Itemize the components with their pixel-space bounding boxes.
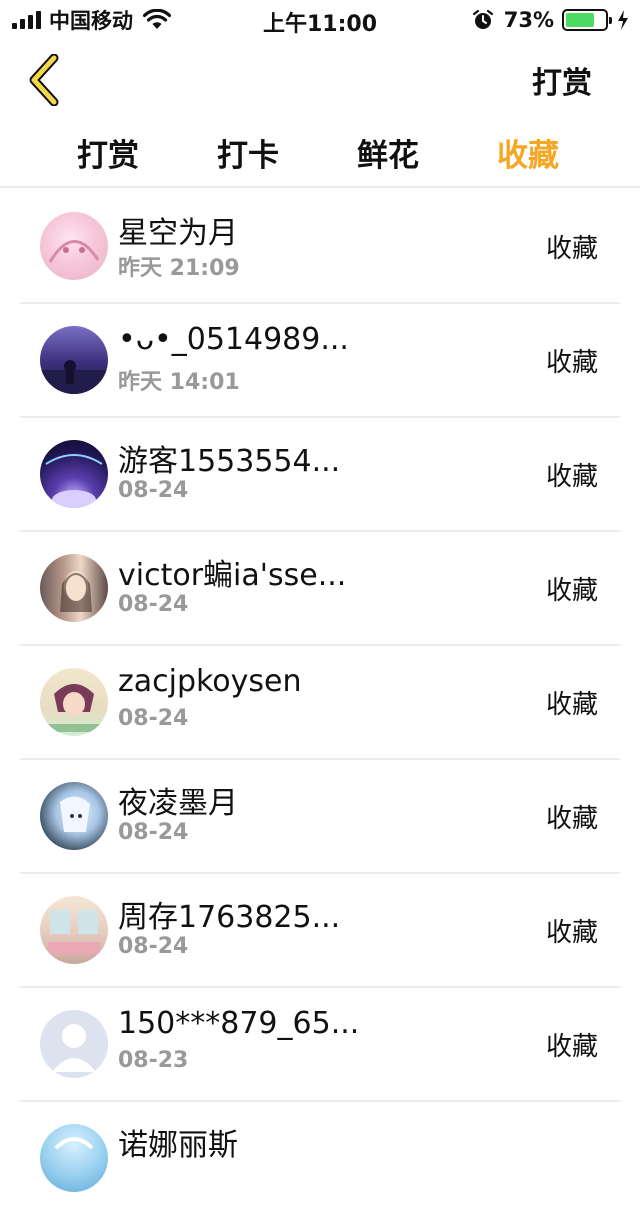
avatar — [40, 782, 108, 850]
list-item[interactable]: 周存1763825... 08-24 收藏 — [20, 874, 620, 988]
user-name: 夜凌墨月 — [118, 786, 238, 821]
timestamp: 08-24 — [118, 706, 189, 731]
battery-fill — [566, 13, 594, 27]
user-name: 150***879_65... — [118, 1006, 360, 1041]
avatar — [40, 212, 108, 280]
user-name: zacjpkoysen — [118, 664, 302, 699]
back-button[interactable] — [20, 48, 68, 112]
avatar — [40, 440, 108, 508]
avatar — [40, 1010, 108, 1078]
user-name: 游客1553554... — [118, 444, 341, 479]
timestamp: 08-23 — [118, 1048, 189, 1073]
favorite-label: 收藏 — [545, 690, 598, 720]
favorite-label: 收藏 — [545, 918, 598, 948]
avatar — [40, 668, 108, 736]
list-item[interactable]: 星空为月 昨天 21:09 收藏 — [20, 190, 620, 304]
favorite-label: 收藏 — [545, 462, 598, 492]
list-item[interactable]: 夜凌墨月 08-24 收藏 — [20, 760, 620, 874]
list-item[interactable]: 游客1553554... 08-24 收藏 — [20, 418, 620, 532]
timestamp: 昨天 14:01 — [118, 370, 240, 395]
charging-icon — [618, 10, 628, 30]
avatar — [40, 1124, 108, 1192]
chevron-left-icon — [29, 54, 59, 106]
user-name: victor蝙ia'sse... — [118, 558, 347, 593]
timestamp: 08-24 — [118, 934, 189, 959]
user-name: 星空为月 — [118, 216, 238, 251]
timestamp: 08-24 — [118, 478, 189, 503]
timestamp: 昨天 21:09 — [118, 256, 240, 281]
list-item[interactable]: victor蝙ia'sse... 08-24 收藏 — [20, 532, 620, 646]
user-name: 诺娜丽斯 — [118, 1128, 238, 1163]
timestamp: 08-24 — [118, 592, 189, 617]
alarm-icon — [472, 9, 493, 29]
tab-flowers[interactable]: 鲜花 — [318, 130, 458, 175]
tab-checkin[interactable]: 打卡 — [178, 130, 318, 175]
tab-reward[interactable]: 打赏 — [38, 130, 178, 175]
favorite-label: 收藏 — [545, 576, 598, 606]
status-bar: 中国移动 上午11:00 73% — [0, 0, 640, 40]
timestamp: 08-24 — [118, 820, 189, 845]
list-item[interactable]: zacjpkoysen 08-24 收藏 — [20, 646, 620, 760]
list-item[interactable]: 150***879_65... 08-23 收藏 — [20, 988, 620, 1102]
avatar — [40, 326, 108, 394]
favorite-label: 收藏 — [545, 348, 598, 378]
favorite-label: 收藏 — [545, 804, 598, 834]
list-item[interactable]: •ᴗ•_0514989... 昨天 14:01 收藏 — [20, 304, 620, 418]
user-name: •ᴗ•_0514989... — [118, 322, 349, 357]
tab-bar: 打赏 打卡 鲜花 收藏 — [0, 120, 640, 188]
avatar — [40, 554, 108, 622]
nav-bar: 打赏 — [0, 40, 640, 120]
favorites-list: 星空为月 昨天 21:09 收藏 •ᴗ•_0514989... 昨天 14:01… — [0, 190, 640, 1216]
user-name: 周存1763825... — [118, 900, 341, 935]
list-item[interactable]: 诺娜丽斯 — [20, 1102, 620, 1216]
avatar — [40, 896, 108, 964]
battery-percent: 73% — [503, 8, 554, 32]
favorite-label: 收藏 — [545, 234, 598, 264]
default-avatar-icon — [52, 1024, 96, 1072]
reward-nav-button[interactable]: 打赏 — [532, 58, 592, 102]
tab-favorites[interactable]: 收藏 — [458, 130, 598, 175]
battery-icon — [562, 9, 612, 31]
favorite-label: 收藏 — [545, 1032, 598, 1062]
status-right: 73% — [472, 6, 630, 34]
